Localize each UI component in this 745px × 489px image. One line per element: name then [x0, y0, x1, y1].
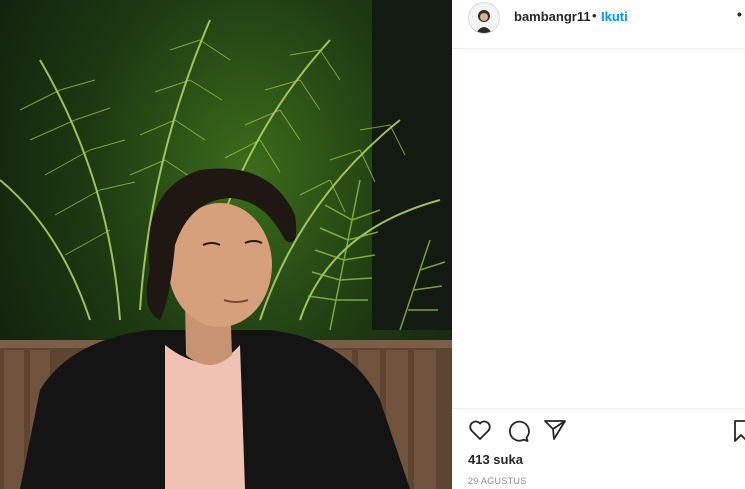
username-link[interactable]: bambangr11 — [514, 9, 591, 24]
post-photo — [0, 0, 452, 489]
likes-count[interactable]: 413 suka — [468, 452, 523, 467]
photo-illustration — [0, 0, 452, 489]
follow-button[interactable]: Ikuti — [601, 9, 628, 24]
heart-icon[interactable] — [468, 419, 492, 446]
post-date[interactable]: 29 AGUSTUS — [468, 476, 527, 486]
comment-icon[interactable] — [506, 419, 530, 448]
profile-avatar[interactable] — [468, 2, 500, 34]
post-header: bambangr11 • Ikuti • — [452, 0, 745, 49]
more-options-button[interactable]: • — [737, 6, 742, 22]
header-separator: • — [592, 8, 597, 23]
action-bar — [452, 408, 745, 453]
avatar-image — [476, 10, 492, 33]
bookmark-icon[interactable] — [734, 419, 745, 448]
send-icon[interactable] — [543, 419, 567, 446]
post-side-panel: bambangr11 • Ikuti • 413 suka 29 AGUSTUS — [452, 0, 745, 489]
